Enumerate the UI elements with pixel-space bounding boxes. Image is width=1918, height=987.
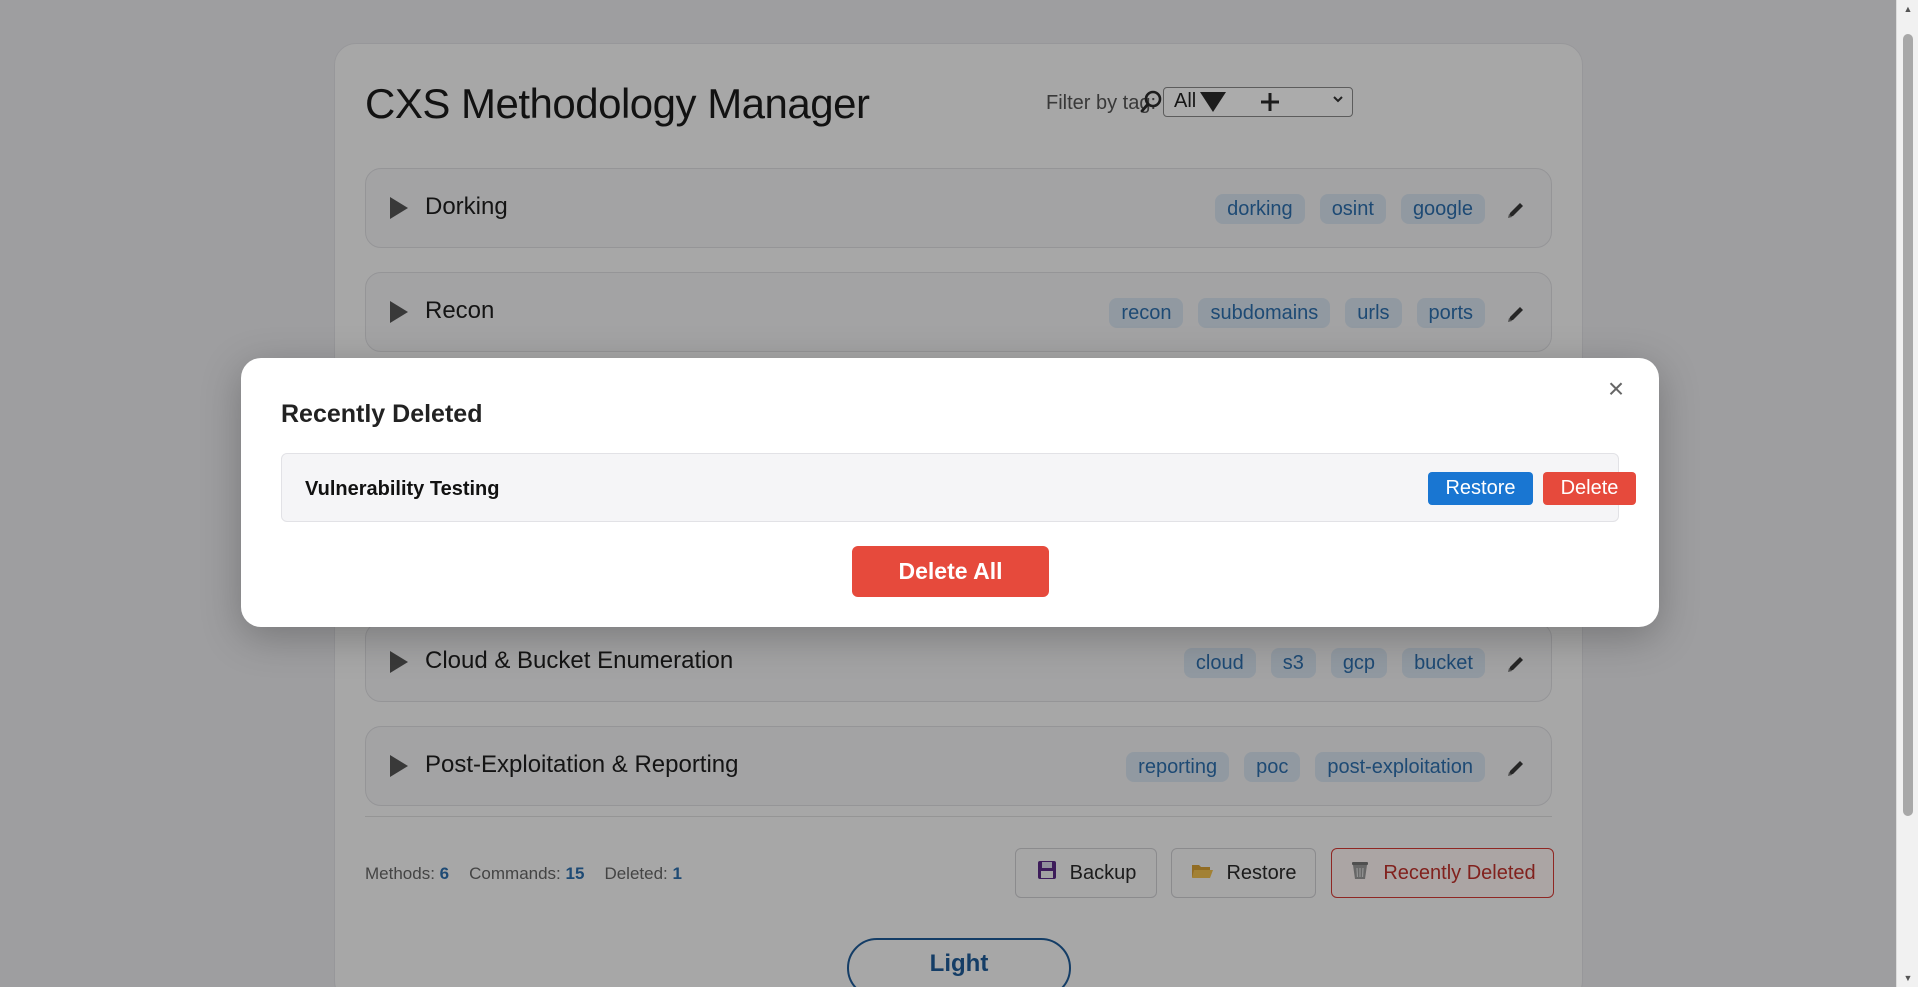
close-icon[interactable]: ×	[1603, 375, 1629, 403]
recently-deleted-modal: × Recently Deleted Vulnerability Testing…	[241, 358, 1659, 627]
restore-item-button[interactable]: Restore	[1428, 472, 1533, 505]
deleted-item-name: Vulnerability Testing	[305, 478, 500, 500]
modal-title: Recently Deleted	[281, 400, 483, 428]
deleted-item-row: Vulnerability Testing Restore Delete	[281, 453, 1636, 522]
scrollbar-thumb[interactable]	[1903, 34, 1913, 816]
delete-item-button[interactable]: Delete	[1543, 472, 1636, 505]
scroll-up-arrow-icon[interactable]: ▲	[1897, 0, 1918, 18]
scroll-down-arrow-icon[interactable]: ▼	[1897, 969, 1918, 987]
vertical-scrollbar[interactable]: ▲ ▼	[1896, 0, 1918, 987]
delete-all-button[interactable]: Delete All	[852, 546, 1049, 597]
